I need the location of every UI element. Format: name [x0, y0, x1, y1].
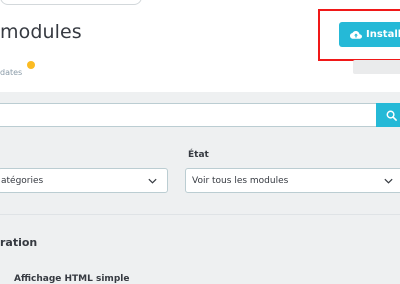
page-header: modules Installer dates [0, 0, 400, 92]
tab-updates[interactable]: dates [0, 68, 22, 77]
search-input[interactable] [0, 103, 376, 127]
category-select-value: atégories [1, 175, 44, 186]
state-filter-label: État [188, 150, 209, 160]
state-select[interactable]: Voir tous les modules [185, 168, 400, 193]
category-select[interactable]: atégories [0, 168, 168, 193]
top-tab-outline[interactable] [0, 0, 142, 5]
section-title: ration [0, 236, 38, 249]
updates-warning-badge [27, 61, 35, 69]
secondary-toolbar-button[interactable] [353, 60, 400, 74]
module-search [0, 103, 400, 127]
chevron-down-icon [148, 178, 157, 184]
module-item-name[interactable]: Affichage HTML simple [14, 274, 129, 284]
page-title: modules [0, 21, 82, 43]
chevron-down-icon [384, 178, 393, 184]
state-select-value: Voir tous les modules [192, 175, 289, 186]
search-button[interactable] [376, 103, 400, 127]
search-icon [386, 110, 397, 121]
section-divider [0, 214, 400, 215]
highlight-box [318, 9, 400, 61]
